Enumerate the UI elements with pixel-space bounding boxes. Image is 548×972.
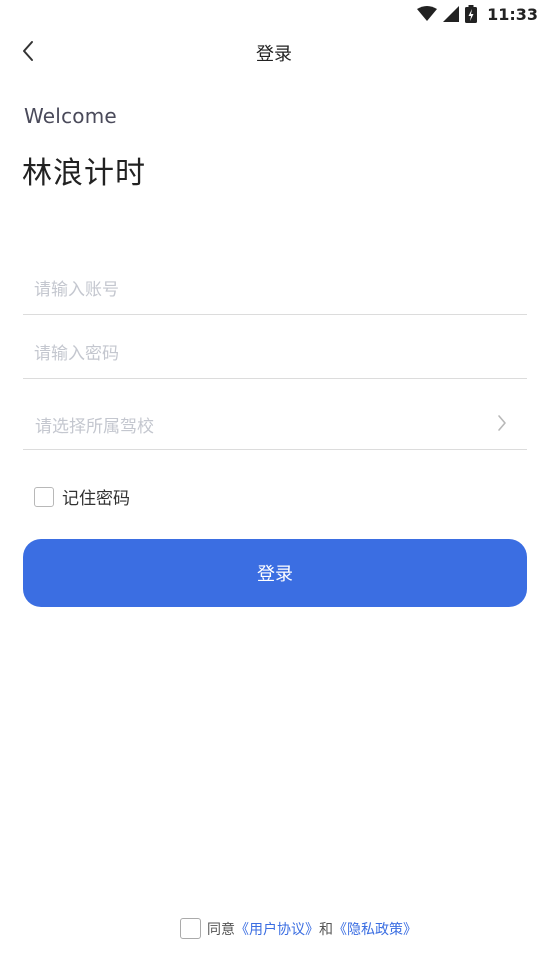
signal-icon [443,6,460,22]
agreement-conjunction: 和 [319,921,333,938]
remember-password-label: 记住密码 [62,489,130,509]
privacy-policy-link[interactable]: 《隐私政策》 [333,919,417,939]
login-screen: 11:33 登录 Welcome 林浪计时 请选择所属驾校 记住密码 登录 同意 [0,0,548,972]
password-field-row [23,329,527,379]
agreement-checkbox[interactable] [180,918,201,939]
welcome-text: Welcome [24,104,117,128]
school-select[interactable]: 请选择所属驾校 [23,400,527,450]
login-button[interactable]: 登录 [23,539,527,607]
app-name: 林浪计时 [22,156,146,191]
user-agreement-link[interactable]: 《用户协议》 [235,919,319,939]
remember-password-toggle[interactable]: 记住密码 [34,484,130,509]
agreement-prefix: 同意 [207,921,235,938]
account-input[interactable] [23,265,527,314]
page-title: 登录 [256,44,292,65]
remember-password-checkbox[interactable] [34,486,54,507]
status-bar: 11:33 [0,0,548,28]
battery-charging-icon [465,5,478,23]
wifi-icon [417,6,438,22]
status-time: 11:33 [487,4,538,24]
account-field-row [23,265,527,315]
chevron-left-icon [21,40,35,66]
chevron-right-icon [497,414,507,436]
agreement-row: 同意 《用户协议》 和 《隐私政策》 [180,918,417,939]
back-button[interactable] [14,39,42,67]
password-input[interactable] [23,329,527,378]
nav-bar: 登录 [0,28,548,78]
school-select-placeholder: 请选择所属驾校 [35,417,154,437]
